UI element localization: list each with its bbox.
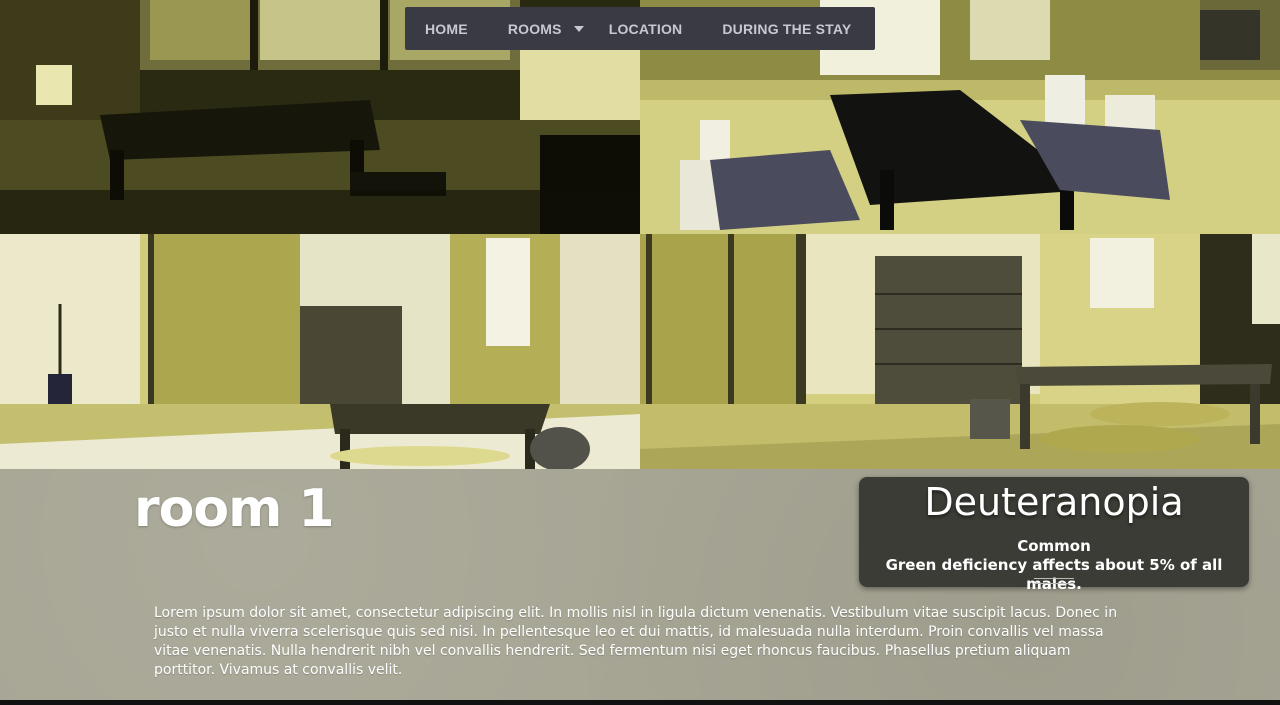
room-photo-3	[0, 234, 640, 469]
room-photo-4	[640, 234, 1280, 469]
color-blindness-panel[interactable]: Deuteranopia Common Green deficiency aff…	[859, 477, 1249, 593]
nav-home-link[interactable]: HOME	[425, 21, 468, 37]
room-title: room 1	[134, 479, 335, 539]
color-blindness-description: Green deficiency affects about 5% of all…	[885, 556, 1223, 593]
nav-rooms-label: ROOMS	[507, 20, 562, 37]
page-footer-strip	[0, 700, 1280, 705]
room-description: Lorem ipsum dolor sit amet, consectetur …	[154, 605, 1118, 678]
nav-during-the-stay-link[interactable]: DURING THE STAY	[722, 21, 851, 37]
room-photo-gallery	[0, 0, 1280, 469]
nav-rooms-menu[interactable]: ROOMS	[508, 21, 584, 37]
main-nav: HOME ROOMS LOCATION DURING THE STAY	[405, 7, 875, 50]
chevron-down-icon	[573, 25, 584, 32]
color-blindness-name: Deuteranopia	[924, 480, 1184, 524]
nav-location-link[interactable]: LOCATION	[609, 21, 683, 37]
drag-handle-icon[interactable]	[1034, 578, 1074, 584]
color-blindness-rarity: Common	[1017, 537, 1091, 555]
